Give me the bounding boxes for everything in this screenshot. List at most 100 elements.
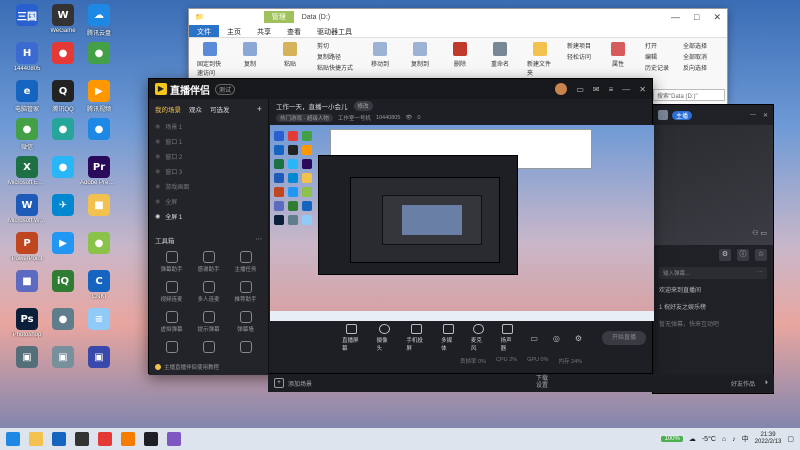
edge-taskbar-icon[interactable] xyxy=(52,432,66,446)
stream-preview[interactable] xyxy=(270,125,654,321)
desktop-user-icon[interactable]: H 14440805 xyxy=(8,42,46,82)
toolbox-more-icon[interactable]: ⋯ xyxy=(256,235,263,245)
network-icon[interactable]: ⌂ xyxy=(722,436,726,443)
scene-item[interactable]: ◉ 窗口 3 xyxy=(149,164,268,179)
info-icon[interactable]: ⓘ xyxy=(737,249,749,261)
weather-text[interactable]: -5°C xyxy=(702,436,716,443)
select-none-item[interactable]: 全部取消 xyxy=(683,53,707,64)
minimize-icon[interactable]: — xyxy=(750,112,756,119)
battery-indicator[interactable]: 100% xyxy=(661,436,683,442)
screen-capture-button[interactable]: 直播屏幕 xyxy=(342,324,362,352)
desktop-iqiyi-icon[interactable]: iQ xyxy=(44,270,82,310)
visibility-icon[interactable]: ◉ xyxy=(155,183,160,190)
visibility-icon[interactable]: ◉ xyxy=(155,123,160,130)
tool-item[interactable]: 主播任务 xyxy=(227,251,264,273)
tool-item[interactable]: 弹幕墙 xyxy=(227,311,264,333)
notification-icon[interactable]: ▢ xyxy=(787,435,794,443)
paste-shortcut-item[interactable]: 粘贴快捷方式 xyxy=(317,64,353,75)
mail-icon[interactable]: ✉ xyxy=(593,85,600,94)
open-item[interactable]: 打开 xyxy=(645,42,669,53)
ime-indicator[interactable]: 中 xyxy=(742,434,749,444)
desktop-app-camera-icon[interactable]: ● xyxy=(44,308,82,348)
add-scene-icon[interactable]: + xyxy=(257,104,262,114)
desktop-excel-icon[interactable]: X Microsoft Excel xyxy=(8,156,46,196)
desktop-wegame-icon[interactable]: W WeGame xyxy=(44,4,82,44)
manage-tag[interactable]: 管理 xyxy=(263,11,294,23)
desktop-app-teal-icon[interactable]: ● xyxy=(44,118,82,158)
maximize-icon[interactable]: □ xyxy=(694,12,699,23)
desktop-app-plane-icon[interactable]: ✈ xyxy=(44,194,82,234)
desktop-premiere-icon[interactable]: Pr Adobe Premiere xyxy=(80,156,118,196)
tool-item[interactable]: 弹幕助手 xyxy=(153,251,190,273)
more-icon[interactable]: ··· xyxy=(758,269,764,277)
camera-button[interactable]: 摄像头 xyxy=(377,324,392,352)
edit-title-button[interactable]: 修改 xyxy=(353,101,373,111)
minimize-icon[interactable]: — xyxy=(671,12,680,23)
close-icon[interactable]: ✕ xyxy=(639,85,646,94)
easy-access-item[interactable]: 轻松访问 xyxy=(567,53,591,64)
multimedia-button[interactable]: 多媒体 xyxy=(441,324,456,352)
desktop-logo-icon[interactable]: 三国 xyxy=(8,4,46,44)
tool-item[interactable]: 提示弹幕 xyxy=(190,311,227,333)
visibility-icon[interactable]: ◉ xyxy=(155,213,160,220)
start-icon[interactable] xyxy=(6,432,20,446)
phone-cast-button[interactable]: 手机投屏 xyxy=(406,324,426,352)
mail-taskbar-icon[interactable] xyxy=(98,432,112,446)
tab-audience[interactable]: 观众 xyxy=(189,104,202,114)
download-label[interactable]: 下载 xyxy=(536,376,548,382)
desktop-photoshop-icon[interactable]: Ps Photoshop xyxy=(8,308,46,348)
desktop-qq-icon[interactable]: Q 腾讯QQ xyxy=(44,80,82,120)
close-icon[interactable]: ✕ xyxy=(763,112,768,119)
visibility-icon[interactable]: ◉ xyxy=(155,138,160,145)
select-all-item[interactable]: 全部选择 xyxy=(683,42,707,53)
desktop-wechat-icon[interactable]: ● 微信 xyxy=(8,118,46,158)
tool-item[interactable]: 视频连麦 xyxy=(153,281,190,303)
desktop-app-box-icon[interactable]: ■ xyxy=(8,270,46,310)
copy-path-item[interactable]: 复制路径 xyxy=(317,53,353,64)
desktop-cnki-icon[interactable]: C CNKI xyxy=(80,270,118,310)
add-icon[interactable]: + xyxy=(274,378,284,388)
tool-item[interactable]: 推荐助手 xyxy=(227,281,264,303)
gamepad-icon[interactable]: ⚇ ▭ xyxy=(752,229,767,237)
volume-icon[interactable]: ♪ xyxy=(732,436,736,443)
new-item[interactable]: 新建项目 xyxy=(567,42,591,53)
tool-item[interactable]: 虚拟弹幕 xyxy=(153,311,190,333)
tab-my-scenes[interactable]: 我的场景 xyxy=(155,104,181,114)
danmaku-input[interactable]: 输入弹幕... ··· xyxy=(659,267,767,279)
visibility-icon[interactable]: ◉ xyxy=(155,198,160,205)
tool-item[interactable] xyxy=(227,341,264,355)
cut-item[interactable]: 剪切 xyxy=(317,42,353,53)
desktop-video-icon[interactable]: ▶ 腾讯视频 xyxy=(80,80,118,120)
desktop-cloud-icon[interactable]: ☁ 腾讯云盘 xyxy=(80,4,118,44)
desktop-manager-icon[interactable]: e 电脑管家 xyxy=(8,80,46,120)
desktop-player-icon[interactable]: ▶ xyxy=(44,232,82,272)
desktop-folder-icon[interactable]: ■ xyxy=(80,194,118,234)
desktop-app-film-icon[interactable]: ▣ xyxy=(80,346,118,386)
history-item[interactable]: 历史记录 xyxy=(645,64,669,75)
minimize-icon[interactable]: — xyxy=(622,85,630,94)
effects-icon[interactable]: ◎ xyxy=(553,334,560,343)
tab-view[interactable]: 查看 xyxy=(279,25,309,37)
microphone-button[interactable]: 麦克风 xyxy=(471,324,486,352)
setting-label[interactable]: 设置 xyxy=(536,383,548,389)
start-live-button[interactable]: 开始直播 xyxy=(602,331,646,345)
scene-item[interactable]: ◉ 全屏 xyxy=(149,194,268,209)
desktop-app-doc-icon[interactable]: ≡ xyxy=(80,308,118,348)
desktop-app-green-icon[interactable]: ● xyxy=(80,42,118,82)
desktop-app-lime-icon[interactable]: ● xyxy=(80,232,118,272)
stream-taskbar-icon[interactable] xyxy=(144,432,158,446)
tutorial-link[interactable]: 主播直播伴侣使用教程 xyxy=(155,363,219,371)
scene-item[interactable]: ◉ 窗口 1 xyxy=(149,134,268,149)
tab-file[interactable]: 文件 xyxy=(189,25,219,37)
app-taskbar-icon[interactable] xyxy=(167,432,181,446)
desktop-word-icon[interactable]: W Microsoft Word xyxy=(8,194,46,234)
scene-item[interactable]: ◉ 场景 1 xyxy=(149,119,268,134)
desktop-app-round-icon[interactable]: ● xyxy=(44,156,82,196)
tool-item[interactable] xyxy=(190,341,227,355)
visibility-icon[interactable]: ◉ xyxy=(155,153,160,160)
play-icon[interactable]: ⏵ xyxy=(765,380,768,387)
desktop-app-screen-icon[interactable]: ▣ xyxy=(8,346,46,386)
friend-works-label[interactable]: 好友作品 xyxy=(731,379,755,388)
add-scene-label[interactable]: 添加场景 xyxy=(288,379,312,388)
invert-selection-item[interactable]: 反向选择 xyxy=(683,64,707,75)
